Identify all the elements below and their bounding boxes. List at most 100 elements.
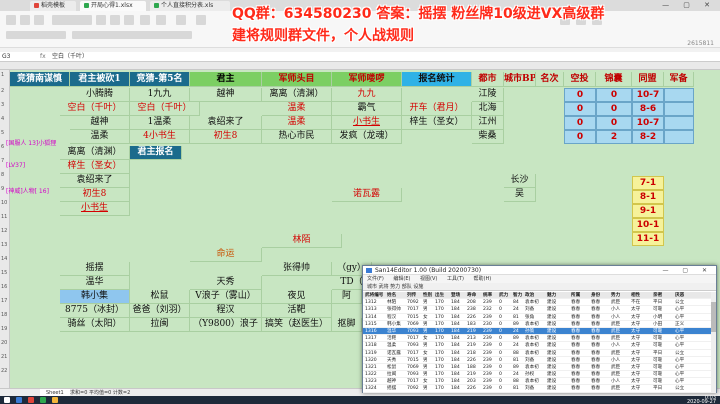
cell-r22-b[interactable]: 爸爸（刘羽） xyxy=(130,304,190,318)
cell-r4-a[interactable]: 越神 xyxy=(70,116,130,130)
cell-r2-b[interactable]: 1九九 xyxy=(130,88,190,102)
header-advisor-minion[interactable]: 军师喽啰 xyxy=(332,72,402,87)
menu-tools[interactable]: 工具(T) xyxy=(447,276,464,282)
stat-airdrop-1[interactable]: 0 xyxy=(564,88,596,102)
cell-r2-d[interactable]: 离离（清渊） xyxy=(262,88,332,102)
cell-r10-a[interactable]: 小书生 xyxy=(60,202,130,216)
cell-r23-c[interactable]: （Y9800）浪子 xyxy=(190,318,262,332)
stat-airdrop-2[interactable]: 0 xyxy=(564,102,596,116)
table-row[interactable]: 1322 拉闽 7093 男 170 184 219 239 0 24 孙权 建设 春春 春春 武臣 太守 可靠… xyxy=(363,371,716,379)
editor-scrollbar[interactable] xyxy=(711,292,716,392)
cell-r21-a[interactable]: 韩小集 xyxy=(60,290,130,304)
menu-file[interactable]: 文件(F) xyxy=(367,276,384,282)
cell-r2-c[interactable]: 越神 xyxy=(190,88,262,102)
cell-r3-city[interactable]: 北海 xyxy=(472,102,504,116)
header-signup-stats[interactable]: 报名统计 xyxy=(402,72,472,87)
stat-arm-1[interactable] xyxy=(664,88,694,102)
cell-r22-c[interactable]: 程汉 xyxy=(190,304,262,318)
table-row[interactable]: 1315 韩小集 7069 男 170 184 183 230 0 89 袁本初 建设 春春 春春 武臣 太守… xyxy=(363,321,716,328)
table-row[interactable]: 1318 温柔 7093 男 170 184 219 239 0 24 袁本初 建设 春春 春春 小人 太守 可… xyxy=(363,342,716,350)
cell-r2-e[interactable]: 九九 xyxy=(332,88,402,102)
cell-r21-e[interactable]: 阿 xyxy=(332,290,362,304)
cell-r18-c[interactable]: 命运 xyxy=(190,248,262,262)
tab-spreadsheet-2[interactable]: 个人直接积分表.xls xyxy=(150,1,230,11)
cell-r4-e[interactable]: 小书生 xyxy=(332,116,402,130)
cell-r20-c[interactable]: 天秀 xyxy=(190,276,262,290)
stat-alliance-1[interactable]: 10-7 xyxy=(632,88,664,102)
stat-airdrop-3[interactable]: 0 xyxy=(564,116,596,130)
cell-r3-e[interactable]: 霸气 xyxy=(332,102,402,116)
underline-icon[interactable] xyxy=(124,15,134,25)
cell-r3-f[interactable]: 开车（君月） xyxy=(402,102,472,116)
header-airdrop[interactable]: 空投 xyxy=(564,72,596,87)
cell-r21-b[interactable]: 松鼠 xyxy=(130,290,190,304)
editor-toolbar[interactable]: 城市 武将 势力 部队 设施 xyxy=(363,283,716,291)
header-armament[interactable]: 军备 xyxy=(664,72,694,87)
header-tips[interactable]: 锦囊 xyxy=(596,72,632,87)
header-city-bp[interactable]: 城市BP xyxy=(504,72,536,87)
stat-tips-2[interactable]: 0 xyxy=(596,102,632,116)
cell-r23-d[interactable]: 搞笑（赵医生） xyxy=(262,318,332,332)
header-advisor-head[interactable]: 军师头目 xyxy=(262,72,332,87)
score-cell-5[interactable]: 11-1 xyxy=(632,232,664,246)
table-row[interactable]: 1320 天秀 7015 男 170 184 226 239 0 81 刘备 建设 春春 春春 小人 太守 可靠… xyxy=(363,357,716,364)
bold-icon[interactable] xyxy=(96,15,106,25)
table-row[interactable]: 1323 越神 7017 女 170 184 203 239 0 88 袁本初 建设 春春 春春 小人 太守 可… xyxy=(363,378,716,386)
table-row[interactable]: 1314 程汉 7015 女 170 184 226 239 0 81 张角 建设 春春 春春 小人 太守 小明… xyxy=(363,314,716,321)
spreadsheet-app-icon[interactable] xyxy=(40,397,46,403)
cell-r8-a[interactable]: 袁绍来了 xyxy=(60,174,130,188)
cell-r4-f[interactable]: 梓生（圣女） xyxy=(402,116,472,130)
cell-r2-city[interactable]: 江陵 xyxy=(472,88,504,102)
table-row[interactable]: 1324 摇摆 7092 男 170 184 226 239 0 81 刘备 建设 春春 春春 武臣 太守 平日… xyxy=(363,385,716,393)
format-painter-icon[interactable] xyxy=(34,15,44,25)
folder-icon[interactable] xyxy=(52,397,58,403)
score-cell-2[interactable]: 8-1 xyxy=(632,190,664,204)
cell-r9-a[interactable]: 初生8 xyxy=(60,188,130,202)
cell-r19-a[interactable]: 摇摆 xyxy=(60,262,130,276)
cell-r16-d[interactable]: 林陌 xyxy=(262,234,342,248)
cell-r21-c[interactable]: V浪子（雾山） xyxy=(190,290,262,304)
cell-r9-e[interactable]: 诺瓦露 xyxy=(332,188,402,202)
tab-spreadsheet-1[interactable]: 开局心得1.xlsx xyxy=(80,1,146,11)
cell-r23-e[interactable]: 抠脚 xyxy=(332,318,362,332)
cell-r22-a[interactable]: 8775（冰封） xyxy=(60,304,130,318)
editor-window-controls[interactable]: — ▢ ✕ xyxy=(662,266,713,275)
score-cell-1[interactable]: 7-1 xyxy=(632,176,664,190)
cut-icon[interactable] xyxy=(20,15,30,25)
window-controls[interactable]: — ▢ ✕ xyxy=(662,1,716,9)
cell-lord-signup[interactable]: 君主报名 xyxy=(130,146,182,160)
cell-r9-city[interactable]: 吴 xyxy=(504,188,536,202)
system-clock[interactable]: 0:03 2020-09-27 xyxy=(687,396,716,404)
header-city[interactable]: 都市 xyxy=(472,72,504,87)
cell-r3-a[interactable]: 空白（千叶） xyxy=(60,102,130,116)
table-row[interactable]: 1312 林陌 7092 男 170 184 208 239 0 84 袁本初 建设 春春 春春 武臣 不在 平… xyxy=(363,299,716,307)
table-row[interactable]: 1316 温华 7093 男 170 184 219 239 0 24 孙策 建设 春春 春春 武臣 太守 可靠… xyxy=(363,327,716,336)
header-lord[interactable]: 君主 xyxy=(190,72,262,87)
cell-r5-city[interactable]: 柴桑 xyxy=(472,130,504,144)
cell-r4-c[interactable]: 袁绍来了 xyxy=(190,116,262,130)
table-header-row[interactable]: 武将编号 姓名 列传 性别 出生 登场 寿命 统率 武力 智力 政治 魅力 所属 身份 势力 相性 亲密 厌恶 xyxy=(363,292,716,300)
cell-r21-d[interactable]: 夜见 xyxy=(262,290,332,304)
stat-alliance-3[interactable]: 10-7 xyxy=(632,116,664,130)
stat-alliance-4[interactable]: 8-2 xyxy=(632,130,664,144)
cell-r3-b[interactable]: 空白（千叶） xyxy=(130,102,200,116)
scroll-thumb[interactable] xyxy=(711,302,716,332)
header-lord-cut[interactable]: 君主被砍1 xyxy=(70,72,130,87)
header-guess-1[interactable]: 竞猜南谋慎 xyxy=(10,72,70,87)
header-alliance[interactable]: 同盟 xyxy=(632,72,664,87)
score-cell-4[interactable]: 10-1 xyxy=(632,218,664,232)
font-select[interactable] xyxy=(52,15,92,25)
merge-icon[interactable] xyxy=(196,15,206,25)
name-box[interactable]: G3 xyxy=(2,52,36,62)
cell-r7-a[interactable]: 梓生（圣女） xyxy=(60,160,130,174)
san14-editor-window[interactable]: San14Editor 1.00 (Build 20200730) — ▢ ✕ … xyxy=(362,265,717,393)
cell-r22-d[interactable]: 活靶 xyxy=(262,304,332,318)
font-color-icon[interactable] xyxy=(156,15,166,25)
cell-r20-a[interactable]: 温华 xyxy=(60,276,130,290)
italic-icon[interactable] xyxy=(110,15,120,25)
column-headers[interactable] xyxy=(0,62,720,70)
cell-r4-b[interactable]: 1温柔 xyxy=(130,116,190,130)
cell-r5-b[interactable]: 4小书生 xyxy=(130,130,190,144)
cell-r5-a[interactable]: 温柔 xyxy=(70,130,130,144)
stat-tips-1[interactable]: 0 xyxy=(596,88,632,102)
